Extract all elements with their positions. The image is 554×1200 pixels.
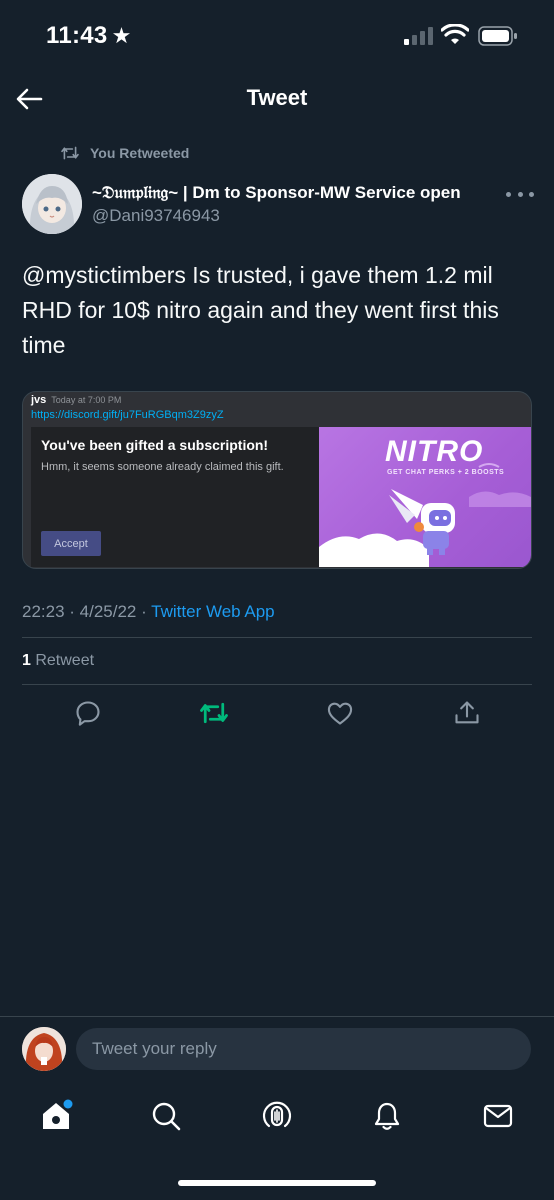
battery-icon bbox=[478, 26, 517, 46]
nitro-logo: NITRO bbox=[385, 435, 484, 468]
user-avatar[interactable] bbox=[22, 1027, 66, 1071]
author-avatar[interactable] bbox=[22, 174, 82, 234]
discord-message-header: jvs Today at 7:00 PM bbox=[31, 394, 121, 406]
reply-button[interactable] bbox=[72, 697, 104, 729]
nav-header: Tweet bbox=[0, 76, 554, 122]
share-icon bbox=[455, 701, 479, 724]
tweet-text: @mystictimbers Is trusted, i gave them 1… bbox=[22, 262, 499, 358]
search-icon bbox=[152, 1102, 181, 1131]
reply-input[interactable] bbox=[76, 1028, 531, 1070]
nitro-tagline: GET CHAT PERKS + 2 BOOSTS bbox=[387, 469, 505, 476]
share-button[interactable] bbox=[451, 697, 483, 729]
gift-message: Hmm, it seems someone already claimed th… bbox=[41, 461, 284, 473]
retweet-count: 1 bbox=[22, 652, 31, 669]
spaces-icon bbox=[262, 1101, 292, 1128]
avatar-image bbox=[22, 1027, 66, 1071]
retweet-icon bbox=[61, 146, 79, 160]
status-time: 11:43 ★ bbox=[46, 22, 132, 49]
tab-home[interactable] bbox=[38, 1098, 74, 1134]
like-icon bbox=[327, 702, 353, 725]
divider bbox=[22, 684, 532, 685]
tab-notifications[interactable] bbox=[369, 1098, 405, 1134]
accept-button: Accept bbox=[41, 531, 101, 556]
retweet-stats[interactable]: 1 Retweet bbox=[22, 652, 94, 670]
author-handle[interactable]: @Dani93746943 bbox=[92, 206, 220, 226]
more-options-button[interactable] bbox=[506, 186, 534, 202]
divider bbox=[22, 637, 532, 638]
nitro-banner: NITRO GET CHAT PERKS + 2 BOOSTS bbox=[319, 427, 531, 567]
reply-icon bbox=[76, 701, 100, 726]
tweet-timestamp: 22:23 · 4/25/22 · Twitter Web App bbox=[22, 602, 275, 622]
wifi-icon bbox=[441, 24, 469, 44]
gift-title: You've been gifted a subscription! bbox=[41, 437, 269, 453]
retweet-button[interactable] bbox=[198, 697, 230, 729]
notifications-icon bbox=[374, 1102, 400, 1130]
retweet-icon bbox=[200, 702, 228, 724]
tab-search[interactable] bbox=[148, 1098, 184, 1134]
tweet-media-image[interactable]: jvs Today at 7:00 PM https://discord.gift… bbox=[22, 391, 532, 569]
star-icon: ★ bbox=[111, 23, 132, 48]
reply-bar bbox=[0, 1016, 554, 1084]
messages-icon bbox=[483, 1104, 513, 1128]
status-bar: 11:43 ★ bbox=[0, 0, 554, 76]
signal-icon bbox=[404, 27, 433, 45]
gift-card: You've been gifted a subscription! Hmm, … bbox=[31, 427, 319, 567]
discord-time: Today at 7:00 PM bbox=[51, 395, 122, 405]
retweet-banner-text: You Retweeted bbox=[90, 145, 190, 161]
avatar-image bbox=[22, 174, 82, 234]
page-title: Tweet bbox=[246, 85, 308, 110]
author-name[interactable]: ~𝔇𝔲𝔪𝔭𝔩𝔦𝔫𝔤~ | Dm to Sponsor-MW Service op… bbox=[92, 183, 461, 203]
tab-messages[interactable] bbox=[480, 1098, 516, 1134]
tweet-source-link[interactable]: Twitter Web App bbox=[151, 602, 274, 621]
discord-gift-link: https://discord.gift/ju7FuRGBqm3Z9zyZ bbox=[31, 409, 224, 421]
home-icon bbox=[43, 1099, 73, 1129]
retweet-banner[interactable]: You Retweeted bbox=[60, 143, 189, 163]
home-indicator bbox=[178, 1180, 376, 1186]
tab-spaces[interactable] bbox=[259, 1098, 295, 1134]
timestamp-text: 22:23 · 4/25/22 · bbox=[22, 602, 152, 621]
discord-username: jvs bbox=[31, 394, 47, 406]
like-button[interactable] bbox=[324, 697, 356, 729]
retweet-count-label: Retweet bbox=[30, 652, 95, 669]
